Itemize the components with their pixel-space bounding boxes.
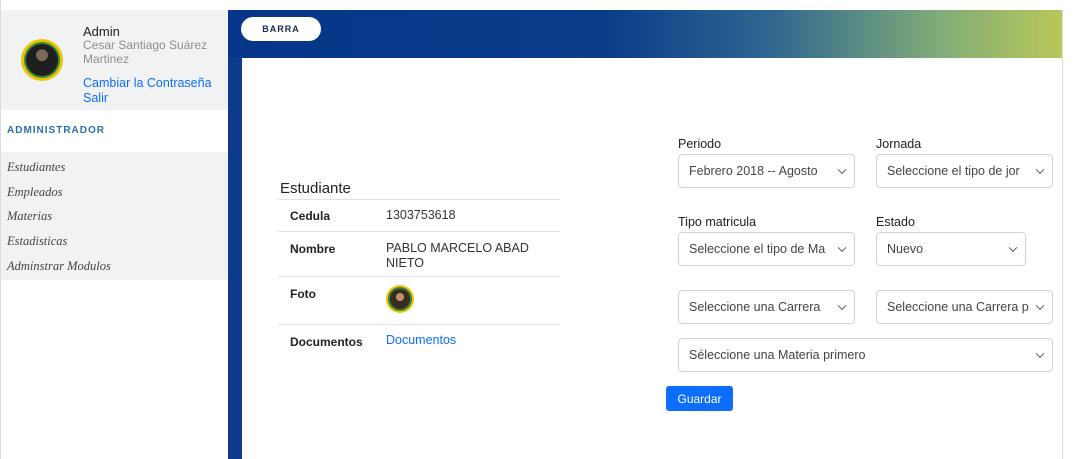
estado-label: Estado [876, 215, 915, 229]
documentos-link[interactable]: Documentos [386, 333, 456, 348]
chevron-down-icon [837, 301, 847, 311]
jornada-value: Seleccione el tipo de jor [887, 164, 1020, 178]
avatar [21, 39, 63, 81]
chevron-down-icon [1035, 165, 1045, 175]
table-row: Documentos Documentos [278, 324, 560, 354]
chevron-down-icon [1035, 301, 1045, 311]
nombre-value: PABLO MARCELO ABAD NIETO [386, 241, 529, 270]
sidebar-menu: Estudiantes Empleados Materias Estadisti… [1, 152, 229, 280]
carrera-select[interactable]: Seleccione una Carrera [678, 290, 855, 324]
table-row: Foto [278, 276, 560, 324]
student-photo [386, 285, 414, 313]
estado-value: Nuevo [887, 242, 924, 256]
nombre-label: Nombre [290, 242, 336, 256]
user-panel: Admin Cesar Santiago Suárez Martinez Cam… [1, 10, 229, 110]
carrera2-select[interactable]: Seleccione una Carrera p [876, 290, 1053, 324]
tipo-matricula-value: Seleccione el tipo de Ma [689, 242, 826, 256]
chevron-down-icon [1035, 349, 1045, 359]
sidebar-item-materias[interactable]: Materias [7, 209, 52, 224]
top-bar: BARRA [228, 10, 1062, 58]
documentos-label: Documentos [290, 335, 363, 349]
table-row: Cedula 1303753618 [278, 199, 560, 231]
sidebar: Admin Cesar Santiago Suárez Martinez Cam… [0, 0, 229, 459]
chevron-down-icon [837, 165, 847, 175]
estado-select[interactable]: Nuevo [876, 232, 1026, 266]
student-table: Cedula 1303753618 Nombre PABLO MARCELO A… [278, 199, 560, 354]
table-row: Nombre PABLO MARCELO ABAD NIETO [278, 231, 560, 276]
sidebar-item-estudiantes[interactable]: Estudiantes [7, 160, 65, 175]
logout-link[interactable]: Salir [83, 91, 108, 105]
tipo-matricula-label: Tipo matricula [678, 215, 757, 229]
chevron-down-icon [1008, 243, 1018, 253]
sidebar-section-title: ADMINISTRADOR [7, 125, 105, 136]
barra-button[interactable]: BARRA [241, 17, 321, 41]
periodo-value: Febrero 2018 -- Agosto [689, 164, 818, 178]
cedula-label: Cedula [290, 209, 331, 223]
periodo-select[interactable]: Febrero 2018 -- Agosto [678, 154, 855, 188]
cedula-value: 1303753618 [386, 208, 456, 222]
right-border [1062, 10, 1091, 459]
tipo-matricula-select[interactable]: Seleccione el tipo de Ma [678, 232, 855, 266]
user-role: Admin [83, 24, 120, 39]
sidebar-item-estadisticas[interactable]: Estadisticas [7, 234, 67, 249]
jornada-label: Jornada [876, 137, 922, 151]
periodo-label: Periodo [678, 137, 722, 151]
sidebar-item-empleados[interactable]: Empleados [7, 185, 63, 200]
change-password-link[interactable]: Cambiar la Contraseña [83, 76, 212, 90]
jornada-select[interactable]: Seleccione el tipo de jor [876, 154, 1053, 188]
carrera2-value: Seleccione una Carrera p [887, 300, 1029, 314]
materia-value: Séleccione una Materia primero [689, 348, 866, 362]
sidebar-divider [228, 10, 242, 459]
user-name: Cesar Santiago Suárez Martinez [83, 38, 208, 66]
carrera-value: Seleccione una Carrera [689, 300, 821, 314]
materia-select[interactable]: Séleccione una Materia primero [678, 338, 1053, 372]
foto-label: Foto [290, 287, 316, 301]
student-title: Estudiante [280, 180, 351, 197]
chevron-down-icon [837, 243, 847, 253]
sidebar-item-modulos[interactable]: Adminstrar Modulos [7, 259, 111, 274]
save-button[interactable]: Guardar [666, 386, 733, 411]
